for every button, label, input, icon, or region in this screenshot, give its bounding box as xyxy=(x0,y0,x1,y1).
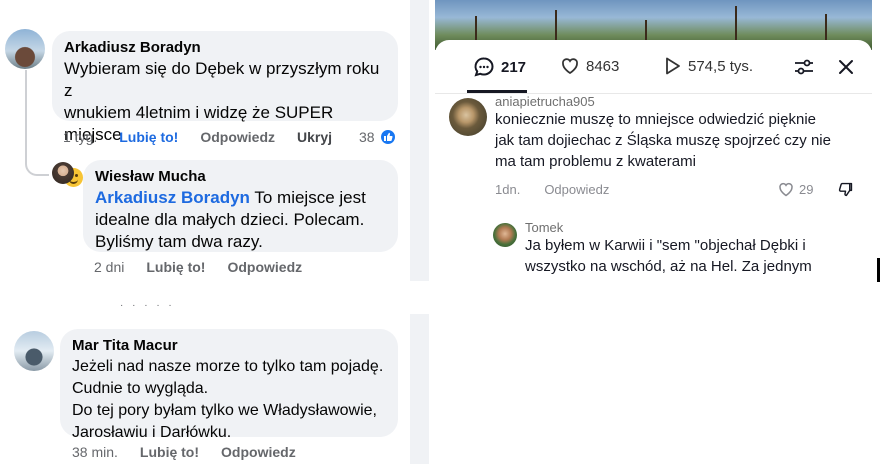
screenshot-gap xyxy=(0,281,429,314)
heart-icon xyxy=(779,182,793,197)
comment-bubble: Arkadiusz Boradyn Wybieram się do Dębek … xyxy=(52,31,398,191)
comment-text-line: jak tam dojiechac z Śląska muszę spojrze… xyxy=(495,132,831,149)
stats-bar: 217 8463 574,5 tys. xyxy=(435,40,872,94)
comment-dislike-button[interactable] xyxy=(837,181,854,198)
comment-username[interactable]: aniapietrucha905 xyxy=(495,94,865,109)
close-icon xyxy=(839,60,853,74)
reply-link[interactable]: Odpowiedz xyxy=(200,129,275,145)
comments-tab[interactable]: 217 xyxy=(473,56,526,78)
cropped-text-fragment: · · · · · xyxy=(120,300,175,311)
active-tab-indicator xyxy=(467,90,527,93)
reply-time[interactable]: 2 dni xyxy=(94,259,124,275)
panel-divider xyxy=(410,0,429,464)
views-count: 574,5 tys. xyxy=(688,57,754,75)
comment-time[interactable]: 38 min. xyxy=(72,444,118,460)
comment-bubble: Mar Tita Macur Jeżeli nad nasze morze to… xyxy=(60,329,398,441)
comment-text-line: Do tej pory byłam tylko we Władysławowie… xyxy=(72,402,377,419)
reaction-count-value: 38 xyxy=(359,129,375,145)
comment-text-line: Cudnie to wygląda. xyxy=(72,380,209,397)
avatar[interactable] xyxy=(5,29,45,69)
comment-like-button[interactable]: 29 xyxy=(777,181,813,198)
comment-author[interactable]: Arkadiusz Boradyn xyxy=(64,38,386,58)
comment-text-line: ma tam problemu z kwaterami xyxy=(495,153,696,170)
likes-count: 8463 xyxy=(586,57,620,75)
reply-author[interactable]: Wiesław Mucha xyxy=(95,167,386,187)
views-tab[interactable]: 574,5 tys. xyxy=(664,56,753,76)
comment-text-line: wszystko na wschód, aż na Hel. Za jednym xyxy=(525,258,812,275)
comments-count: 217 xyxy=(501,58,527,76)
sliders-icon xyxy=(795,59,813,75)
comment-time[interactable]: 1 tyg. xyxy=(63,129,97,145)
likes-tab[interactable]: 8463 xyxy=(560,56,619,76)
heart-icon xyxy=(562,58,578,75)
comment-text-line: Ja byłem w Karwii i "sem "objechał Dębki… xyxy=(525,237,806,254)
avatar[interactable] xyxy=(52,162,74,184)
reply-text-line: Byliśmy tam dwa razy. xyxy=(95,232,263,251)
close-button[interactable] xyxy=(838,59,854,80)
avatar[interactable] xyxy=(449,98,487,136)
comment-body: Tomek Ja byłem w Karwii i "sem "objechał… xyxy=(525,220,865,277)
comment-bubble-icon xyxy=(474,57,494,77)
like-link[interactable]: Lubię to! xyxy=(140,444,199,460)
like-link[interactable]: Lubię to! xyxy=(119,129,178,145)
reaction-count[interactable]: 38 xyxy=(359,128,397,146)
avatar[interactable] xyxy=(14,331,54,371)
comment-like-count: 29 xyxy=(799,182,814,197)
reply-text-fragment: To miejsce jest xyxy=(249,188,366,207)
comment-text-line: Jeżeli nad nasze morze to tylko tam poja… xyxy=(72,358,384,375)
reply-text-line: idealne dla małych dzieci. Polecam. xyxy=(95,210,365,229)
thread-connector xyxy=(25,70,49,176)
play-icon xyxy=(666,57,680,75)
comment-text-line: koniecznie muszę to mniejsce odwiedzić p… xyxy=(495,111,816,128)
facebook-comments-top: Arkadiusz Boradyn Wybieram się do Dębek … xyxy=(0,0,410,281)
thumbs-down-icon xyxy=(838,182,853,197)
mention-link[interactable]: Arkadiusz Boradyn xyxy=(95,188,250,207)
comments-sheet: 217 8463 574,5 tys. aniapietrucha905 kon… xyxy=(435,40,872,281)
reply-link[interactable]: Odpowiedz xyxy=(221,444,296,460)
reply-text-line: Arkadiusz Boradyn To miejsce jest xyxy=(95,187,386,209)
comment-actions: 1dn. Odpowiedz xyxy=(495,182,633,197)
comment-text-line: Wybieram się do Dębek w przyszłym roku z xyxy=(64,59,380,100)
comment-text-line: Jarosławiu i Darłówku. xyxy=(72,424,232,441)
comment-author[interactable]: Mar Tita Macur xyxy=(72,336,386,356)
text-cursor xyxy=(877,258,880,282)
comment-time: 1dn. xyxy=(495,182,521,197)
comment-actions: 1 tyg. Lubię to! Odpowiedz Ukryj xyxy=(63,129,354,145)
comment-username[interactable]: Tomek xyxy=(525,220,865,235)
facebook-comments-bottom: Mar Tita Macur Jeżeli nad nasze morze to… xyxy=(0,314,410,464)
comment-body: aniapietrucha905 koniecznie muszę to mni… xyxy=(495,94,865,172)
avatar[interactable] xyxy=(493,223,517,247)
reply-bubble: Wiesław Mucha Arkadiusz Boradyn To miejs… xyxy=(83,160,398,252)
reply-link[interactable]: Odpowiedz xyxy=(227,259,302,275)
tiktok-comments-panel: 217 8463 574,5 tys. aniapietrucha905 kon… xyxy=(435,0,872,281)
like-reaction-icon xyxy=(378,128,397,146)
reply-actions: 2 dni Lubię to! Odpowiedz xyxy=(94,259,324,275)
comment-actions: 38 min. Lubię to! Odpowiedz xyxy=(72,444,318,460)
hide-link[interactable]: Ukryj xyxy=(297,129,332,145)
like-link[interactable]: Lubię to! xyxy=(146,259,205,275)
filter-button[interactable] xyxy=(793,57,815,82)
reply-link[interactable]: Odpowiedz xyxy=(544,182,609,197)
